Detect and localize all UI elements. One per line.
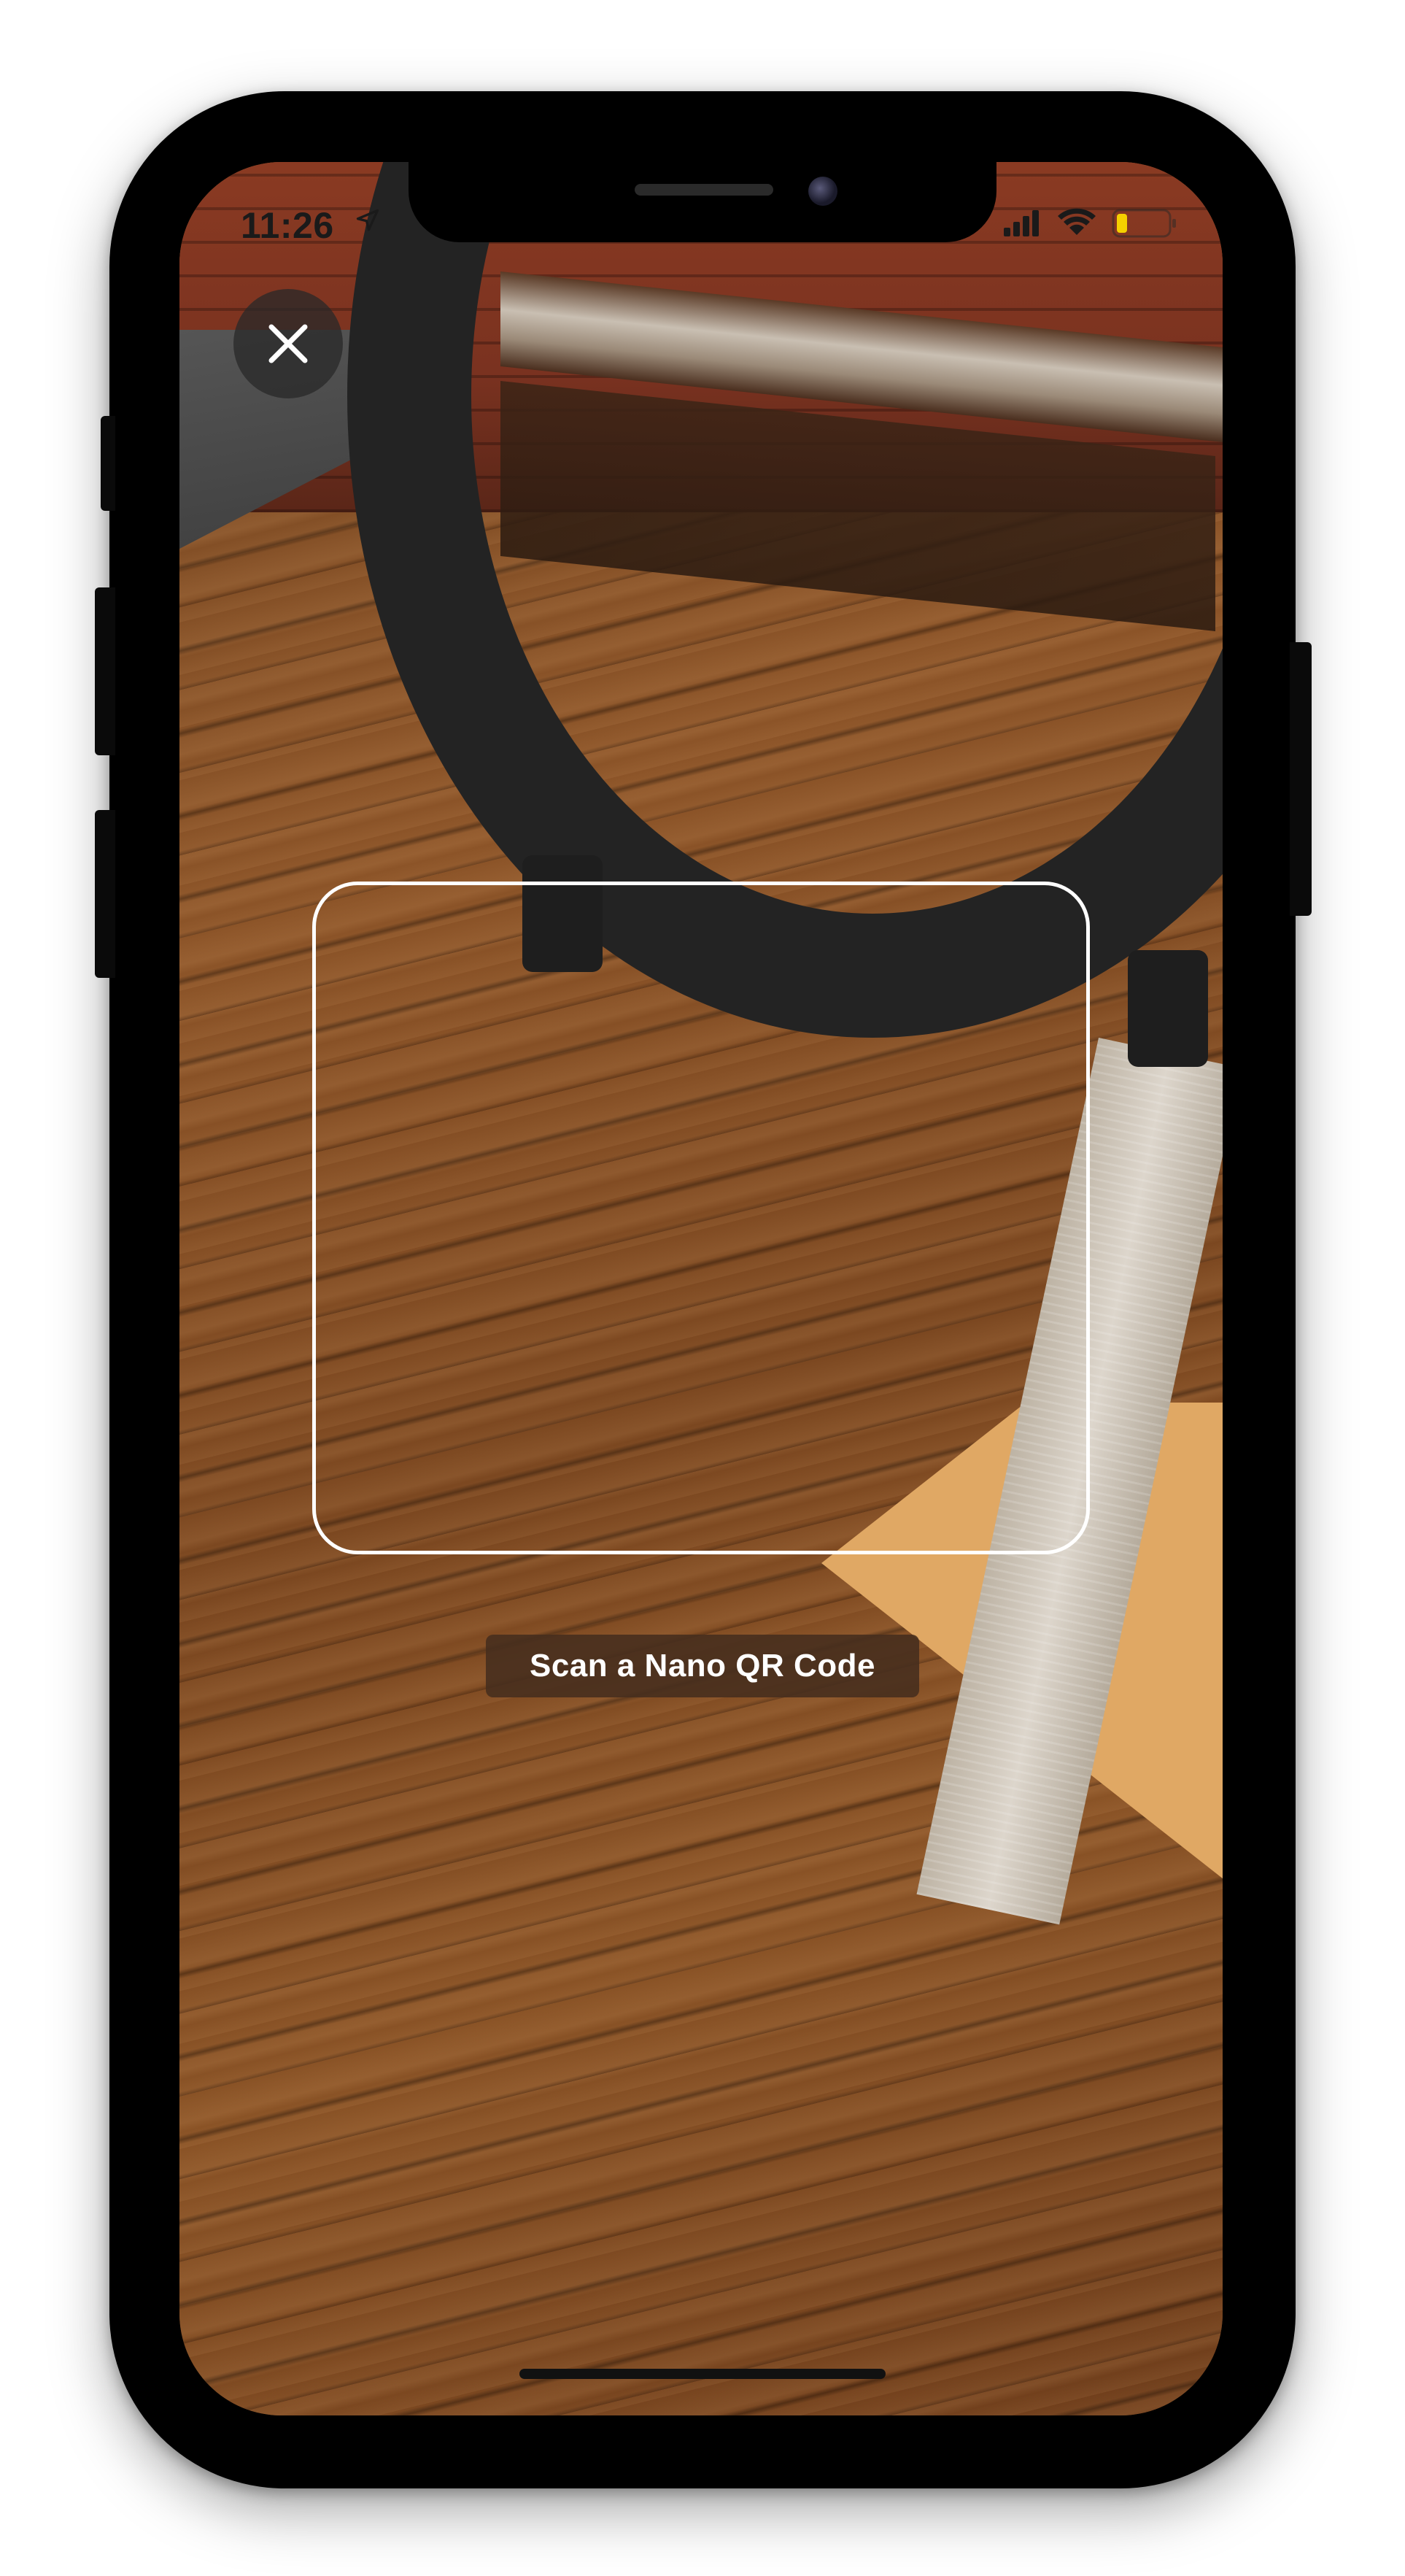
camera-scanner-screen: 11:26 Scan a Nano QR Code <box>179 162 1223 2415</box>
front-camera <box>808 177 837 206</box>
device-notch <box>409 162 996 242</box>
silent-switch <box>101 416 115 511</box>
close-button[interactable] <box>233 289 343 398</box>
volume-up-button <box>95 587 115 755</box>
side-power-button <box>1290 642 1312 916</box>
status-indicators <box>1004 208 1176 238</box>
volume-down-button <box>95 810 115 978</box>
notch-speaker <box>635 184 773 196</box>
battery-icon <box>1112 209 1176 238</box>
scan-instruction-label: Scan a Nano QR Code <box>486 1635 919 1697</box>
camera-feed-wheel-foot <box>1128 950 1208 1067</box>
qr-scan-frame <box>312 882 1090 1554</box>
cellular-signal-icon <box>1004 210 1039 236</box>
wifi-icon <box>1058 208 1096 235</box>
home-indicator[interactable] <box>519 2369 886 2379</box>
location-arrow-icon <box>356 209 379 231</box>
close-icon <box>268 324 308 363</box>
status-time: 11:26 <box>241 205 334 246</box>
